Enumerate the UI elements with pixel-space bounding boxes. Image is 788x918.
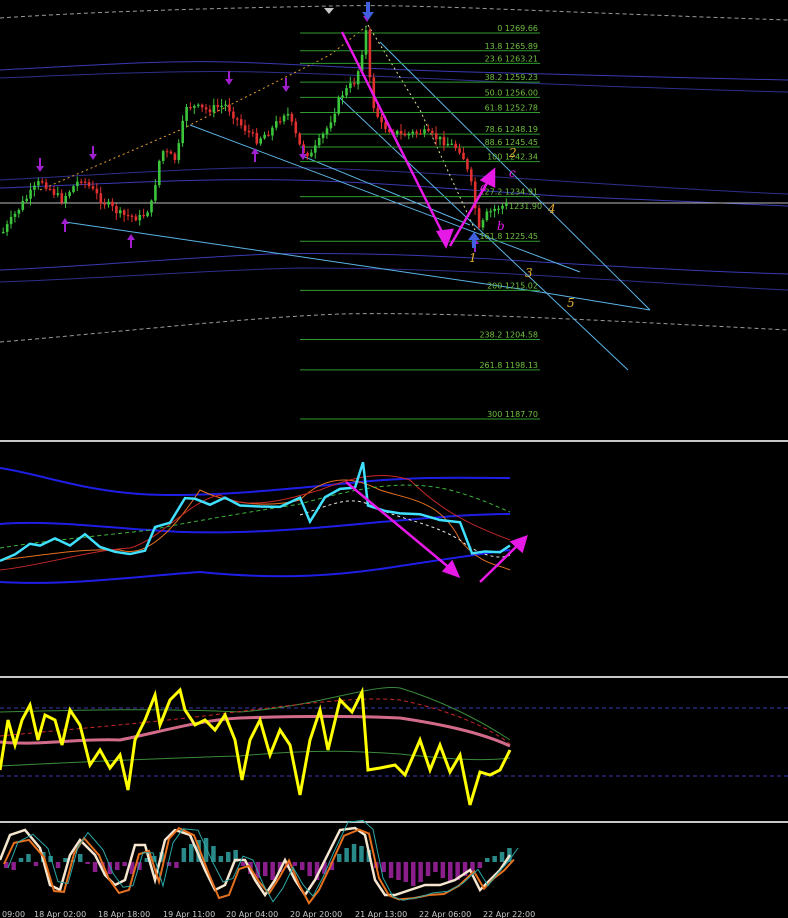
time-label-3: 19 Apr 11:00 — [163, 910, 215, 918]
fib-label-1: 13.8 1265.89 — [485, 42, 538, 51]
histogram-bar — [92, 862, 98, 872]
histogram-bar — [55, 862, 61, 868]
oscillator-panel-2 — [0, 461, 528, 584]
histogram-bar — [499, 852, 505, 862]
histogram-bar — [425, 862, 431, 876]
histogram-bar — [11, 862, 16, 870]
time-label-7: 22 Apr 06:00 — [419, 910, 471, 918]
histogram-bar — [107, 862, 113, 874]
main-price-panel: 0 1269.66 13.8 1265.89 23.6 1263.21 38.2 12… — [0, 0, 788, 440]
trading-chart: 0 1269.66 13.8 1265.89 23.6 1263.21 38.2 12… — [0, 0, 788, 918]
time-axis: 09:00 18 Apr 02:00 18 Apr 18:00 19 Apr 1… — [0, 908, 788, 918]
candle — [337, 95, 340, 116]
wave-label-5: 5 — [567, 296, 575, 310]
fib-label-6: 78.6 1248.19 — [485, 125, 538, 134]
fib-label-14: 300 1187.70 — [487, 410, 538, 419]
histogram-bar — [270, 862, 275, 880]
wave-label-b: b — [497, 219, 505, 233]
histogram-bar — [26, 854, 31, 862]
stoch-teal-line — [7, 819, 519, 903]
histogram-bar — [300, 862, 305, 870]
candle — [477, 205, 481, 230]
histogram-bar — [292, 862, 298, 866]
time-label-0: 09:00 — [2, 910, 25, 918]
histogram-bar — [396, 862, 401, 880]
histogram-bar — [115, 862, 120, 870]
wave-label-1: 1 — [469, 251, 477, 265]
candle — [368, 26, 372, 84]
current-price-label: 1231.90 — [509, 202, 542, 211]
stochastic-panel — [0, 819, 519, 905]
histogram-bar — [411, 862, 416, 886]
fib-label-2: 23.6 1263.21 — [485, 54, 538, 63]
time-label-6: 21 Apr 13:00 — [355, 910, 407, 918]
time-label-2: 18 Apr 18:00 — [98, 910, 150, 918]
histogram-bar — [388, 862, 394, 878]
fib-label-10: 161.8 1225.45 — [479, 232, 538, 241]
histogram-bar — [418, 862, 423, 882]
histogram-bar — [174, 862, 179, 868]
wave-label-3: 3 — [525, 266, 533, 280]
fib-label-13: 261.8 1198.13 — [479, 361, 538, 370]
histogram-bar — [433, 862, 438, 872]
p2-white-dashed — [299, 500, 511, 558]
wave-label-4: 4 — [547, 202, 556, 216]
histogram-bar — [122, 862, 127, 866]
p2-blue-mid — [0, 513, 511, 534]
histogram-bar — [351, 844, 357, 862]
histogram-bar — [359, 846, 364, 862]
p2-green-dashed — [0, 484, 511, 549]
fib-label-3: 38.2 1259.23 — [485, 73, 538, 82]
candle — [158, 159, 161, 188]
time-label-1: 18 Apr 02:00 — [34, 910, 86, 918]
histogram-bar — [337, 854, 342, 862]
p2-blue-upper — [0, 467, 511, 497]
histogram-bar — [477, 862, 483, 868]
stoch-white-line — [0, 826, 512, 898]
histogram-bar — [189, 844, 194, 862]
histogram-bar — [263, 862, 268, 876]
fib-label-9: 127.2 1234.91 — [479, 188, 538, 197]
histogram-bar — [485, 858, 490, 862]
histogram-bar — [381, 862, 386, 872]
fib-label-11: 200 1215.02 — [487, 281, 538, 290]
histogram-bar — [18, 858, 24, 862]
time-label-5: 20 Apr 20:00 — [290, 910, 342, 918]
histogram-bar — [440, 862, 446, 878]
histogram-bar — [181, 848, 187, 862]
wave-label-c: c — [509, 166, 516, 180]
time-label-8: 22 Apr 22:00 — [483, 910, 535, 918]
histogram-bar — [240, 862, 246, 866]
histogram-bar — [85, 862, 90, 864]
candle — [298, 132, 301, 146]
histogram-bar — [403, 862, 409, 882]
fib-label-4: 50.0 1256.00 — [485, 88, 538, 97]
p2-magenta-arrows — [345, 481, 528, 583]
wave-label-2: 2 — [508, 146, 517, 160]
histogram-bar — [226, 852, 231, 862]
rsi-panel — [0, 686, 788, 806]
histogram-bar — [78, 854, 83, 862]
wave-label-a: a — [480, 180, 487, 194]
histogram-bar — [344, 848, 349, 862]
histogram-bar — [33, 862, 39, 866]
fib-label-0: 0 1269.66 — [497, 24, 538, 33]
time-label-4: 20 Apr 04:00 — [226, 910, 278, 918]
histogram-bar — [307, 862, 312, 876]
rsi-yellow-line — [0, 686, 512, 806]
fib-label-5: 61.8 1252.78 — [485, 103, 538, 112]
fib-label-12: 238.2 1204.58 — [479, 331, 538, 340]
candle — [364, 25, 368, 60]
histogram-bar — [492, 856, 497, 862]
histogram-bar — [218, 856, 224, 862]
histogram-bar — [448, 862, 453, 882]
